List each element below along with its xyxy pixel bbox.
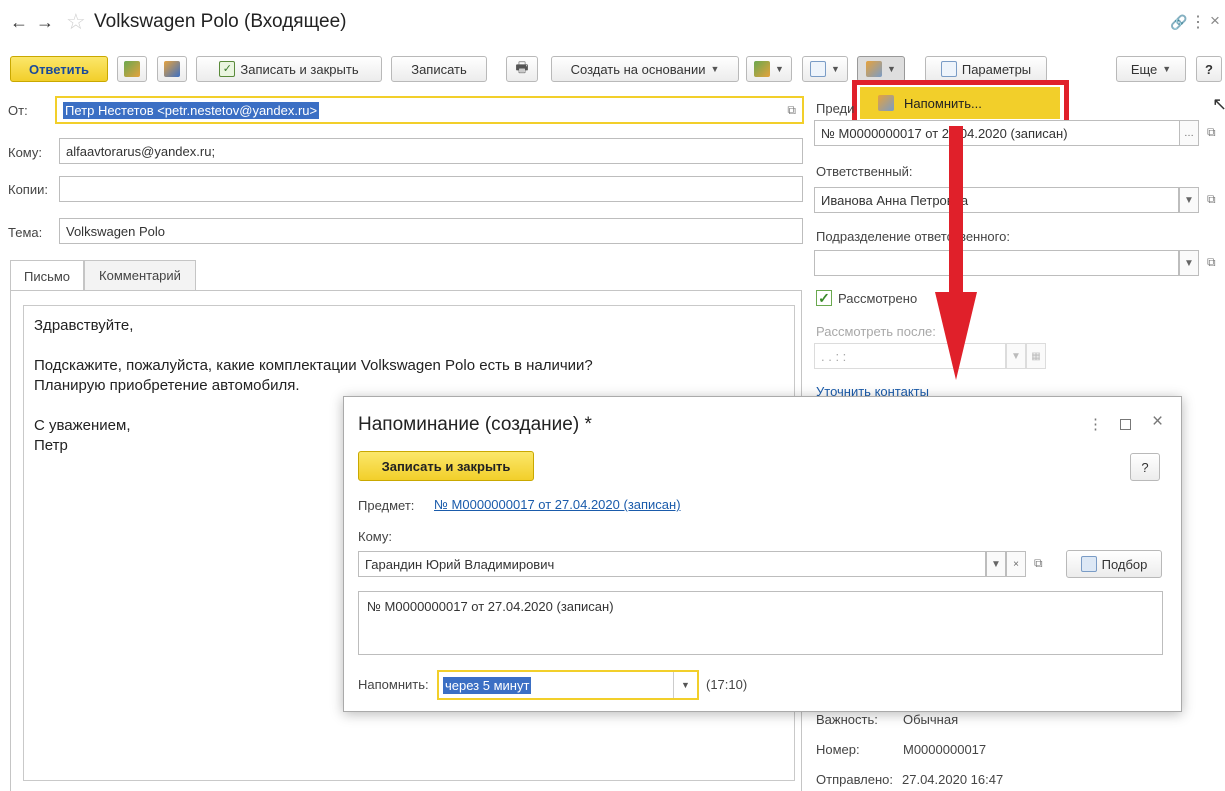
- dialog-to-field[interactable]: Гарандин Юрий Владимирович: [358, 551, 986, 577]
- reply-button[interactable]: Ответить: [10, 56, 108, 82]
- dialog-to-clear[interactable]: ×: [1006, 551, 1026, 577]
- review-after-field[interactable]: . . : :: [814, 343, 1006, 369]
- chevron-down-icon: ▼: [1162, 64, 1172, 74]
- dialog-close-icon[interactable]: ×: [1152, 411, 1163, 433]
- from-value: Петр Нестетов <petr.nestetov@yandex.ru>: [63, 101, 320, 119]
- dialog-save-close-button[interactable]: Записать и закрыть: [358, 451, 534, 481]
- ellipsis-button[interactable]: …: [1179, 120, 1199, 146]
- dialog-subject-label: Предмет:: [358, 498, 415, 513]
- user-send-button[interactable]: [157, 56, 187, 82]
- create-based-button[interactable]: Создать на основании ▼: [551, 56, 739, 82]
- star-icon[interactable]: ☆: [66, 9, 86, 35]
- tab-comment[interactable]: Комментарий: [84, 260, 196, 290]
- to-label: Кому:: [8, 145, 42, 160]
- dialog-help-button[interactable]: ?: [1130, 453, 1160, 481]
- parameters-button[interactable]: Параметры: [925, 56, 1047, 82]
- window-title: Volkswagen Polo (Входящее): [94, 11, 347, 32]
- link-icon[interactable]: 🔗: [1170, 14, 1187, 31]
- reminder-icon: [878, 95, 894, 111]
- department-label: Подразделение ответственного:: [816, 229, 1010, 244]
- from-label: От:: [8, 103, 28, 118]
- review-after-dropdown[interactable]: ▼: [1006, 343, 1026, 369]
- from-field[interactable]: Петр Нестетов <petr.nestetov@yandex.ru> …: [55, 96, 804, 124]
- dialog-to-label: Кому:: [358, 529, 392, 544]
- red-arrow-head: [935, 292, 977, 380]
- chevron-down-icon[interactable]: ▼: [673, 672, 697, 698]
- number-label: Номер:: [816, 742, 860, 757]
- red-arrow-shaft: [949, 126, 963, 296]
- dialog-remind-time: (17:10): [706, 677, 748, 692]
- right-subject-label: Преди: [816, 101, 855, 116]
- dialog-remind-label: Напомнить:: [358, 677, 429, 692]
- help-button[interactable]: ?: [1196, 56, 1222, 82]
- subject-field[interactable]: Volkswagen Polo: [59, 218, 803, 244]
- parameters-icon: [940, 61, 957, 77]
- sent-label: Отправлено:: [816, 772, 894, 787]
- open-icon[interactable]: ⧉: [1207, 255, 1216, 270]
- right-subject-field[interactable]: № М0000000017 от 27.04.2020 (записан): [814, 120, 1199, 146]
- reviewed-checkbox[interactable]: ✓: [816, 290, 832, 306]
- save-button[interactable]: Записать: [391, 56, 487, 82]
- open-icon[interactable]: ⧉: [787, 103, 796, 118]
- letter-line: Планирую приобретение автомобиля.: [34, 377, 300, 394]
- tab-letter[interactable]: Письмо: [10, 260, 84, 291]
- forward-users-button[interactable]: [117, 56, 147, 82]
- department-dropdown[interactable]: ▼: [1179, 250, 1199, 276]
- chevron-down-icon: ▼: [775, 64, 784, 74]
- dialog-title: Напоминание (создание) *: [358, 414, 592, 435]
- dialog-more-icon[interactable]: ⋮: [1088, 415, 1103, 433]
- sent-value: 27.04.2020 16:47: [902, 772, 1004, 787]
- chevron-down-icon: ▼: [887, 64, 896, 74]
- responsible-dropdown[interactable]: ▼: [1179, 187, 1199, 213]
- save-check-icon: ✓: [219, 61, 236, 77]
- open-icon[interactable]: ⧉: [1207, 125, 1216, 140]
- back-arrow-icon[interactable]: ←: [10, 12, 28, 33]
- more-button[interactable]: Еще ▼: [1116, 56, 1186, 82]
- open-icon[interactable]: ⧉: [1034, 556, 1043, 571]
- reviewed-label: Рассмотрено: [838, 291, 918, 306]
- document-icon: [810, 61, 827, 77]
- responsible-label: Ответственный:: [816, 164, 913, 179]
- letter-line: Подскажите, пожалуйста, какие комплектац…: [34, 357, 593, 374]
- responsible-field[interactable]: Иванова Анна Петровна: [814, 187, 1179, 213]
- window-close-icon[interactable]: ×: [1210, 11, 1220, 31]
- dialog-to-dropdown[interactable]: ▼: [986, 551, 1006, 577]
- cc-label: Копии:: [8, 182, 48, 197]
- subject-label: Тема:: [8, 225, 43, 240]
- letter-line: Здравствуйте,: [34, 317, 134, 334]
- reminder-icon: [866, 61, 883, 77]
- dialog-text-area[interactable]: № М0000000017 от 27.04.2020 (записан): [358, 591, 1163, 655]
- pick-icon: [1080, 556, 1097, 572]
- dialog-pick-button[interactable]: Подбор: [1066, 550, 1162, 578]
- dialog-maximize-icon[interactable]: [1120, 419, 1131, 430]
- chevron-down-icon: ▼: [831, 64, 840, 74]
- review-after-label: Рассмотреть после:: [816, 324, 936, 339]
- users-icon: [124, 61, 140, 77]
- save-close-button[interactable]: ✓ Записать и закрыть: [196, 56, 382, 82]
- dialog-remind-field[interactable]: через 5 минут ▼: [437, 670, 699, 700]
- number-value: М0000000017: [903, 742, 987, 757]
- printer-icon: 🖶: [515, 59, 529, 75]
- window-more-icon[interactable]: ⋮: [1190, 12, 1206, 32]
- mouse-cursor-icon: ↖: [1212, 94, 1225, 114]
- forward-arrow-icon[interactable]: →: [36, 12, 54, 33]
- open-icon[interactable]: ⧉: [1207, 192, 1216, 207]
- users-menu-button[interactable]: ▼: [746, 56, 792, 82]
- remind-menu-button[interactable]: ▼: [857, 56, 905, 82]
- print-button[interactable]: 🖶: [506, 56, 538, 82]
- importance-label: Важность:: [816, 712, 878, 727]
- dialog-subject-link[interactable]: № М0000000017 от 27.04.2020 (записан): [434, 497, 681, 512]
- user-arrow-icon: [164, 61, 180, 77]
- reminder-dialog: Напоминание (создание) * ⋮ × Записать и …: [343, 396, 1182, 712]
- document-menu-button[interactable]: ▼: [802, 56, 848, 82]
- cc-field[interactable]: [59, 176, 803, 202]
- to-field[interactable]: alfaavtorarus@yandex.ru;: [59, 138, 803, 164]
- users-icon: [754, 61, 771, 77]
- remind-menu-item[interactable]: Напомнить...: [860, 87, 1060, 119]
- department-field[interactable]: [814, 250, 1179, 276]
- chevron-down-icon: ▼: [710, 64, 720, 74]
- importance-value: Обычная: [903, 712, 959, 727]
- calendar-icon[interactable]: ▦: [1026, 343, 1046, 369]
